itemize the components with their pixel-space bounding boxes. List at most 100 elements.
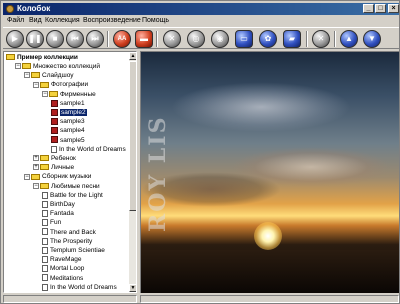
tree-item[interactable]: − Множество коллекций <box>15 62 100 71</box>
open-button[interactable]: ▬ <box>135 30 153 48</box>
menu-help[interactable]: Помощь <box>142 17 169 25</box>
toolbar: ▶ ❚❚ ■ ⏮ ⏭ AA ▬ ✕ ◎ ◉ ▭ ✿ ▰ ✕ ▲ ▼ <box>3 27 399 49</box>
expand-icon[interactable]: + <box>33 155 39 162</box>
expand-icon[interactable]: + <box>33 164 39 171</box>
tree-item-label: Слайдшоу <box>42 72 74 80</box>
tree-scrollbar[interactable]: ▲ ▼ <box>129 52 136 292</box>
minimize-button[interactable]: _ <box>363 4 374 13</box>
next-button[interactable]: ⏭ <box>86 30 104 48</box>
tree-item-label: There and Back <box>50 228 96 236</box>
up-button[interactable]: ▲ <box>340 30 358 48</box>
scroll-up-icon[interactable]: ▲ <box>129 52 136 60</box>
folder-icon <box>40 81 49 88</box>
tree-item[interactable]: Fantada <box>42 209 74 218</box>
play-button[interactable]: ▶ <box>6 30 24 48</box>
tree-item[interactable]: − Фотографии <box>33 80 88 89</box>
app-window: Колобок _ □ × Файл Вид Коллекция Воспрои… <box>0 0 400 304</box>
folder-icon <box>40 164 49 171</box>
tree-item-label: Множество коллекций <box>33 63 100 70</box>
menu-view[interactable]: Вид <box>29 17 42 25</box>
settings-button[interactable]: ✿ <box>259 30 277 48</box>
tree-item[interactable]: In the World of Dreams <box>51 145 126 154</box>
tree-item[interactable]: sample5 <box>51 136 85 145</box>
scrollbar-thumb[interactable] <box>129 61 136 211</box>
menu-file[interactable]: Файл <box>7 17 24 25</box>
tree-item-label: RaveMage <box>50 256 82 264</box>
image-file-icon <box>51 117 58 125</box>
rings-button[interactable]: ◎ <box>187 30 205 48</box>
cassette-button[interactable]: ▰ <box>283 30 301 48</box>
window-button[interactable]: ▭ <box>235 30 253 48</box>
stop-button[interactable]: ■ <box>46 30 64 48</box>
collapse-icon[interactable]: − <box>42 90 48 97</box>
download-button[interactable]: ▼ <box>363 30 381 48</box>
tree-item-label: Fun <box>50 219 62 227</box>
tree-item[interactable]: In the World of Dreams <box>42 283 117 292</box>
app-icon <box>6 5 14 13</box>
tree-root[interactable]: Пример коллекции <box>6 53 78 62</box>
collapse-icon[interactable]: − <box>33 81 39 88</box>
tree-item[interactable]: + Личные <box>33 163 74 172</box>
pause-icon: ❚❚ <box>28 34 42 43</box>
scroll-down-icon[interactable]: ▼ <box>129 284 136 292</box>
tree-item-label: sample4 <box>60 127 85 135</box>
music-file-icon <box>42 200 48 208</box>
title-bar[interactable]: Колобок _ □ × <box>3 3 399 15</box>
tree-item[interactable]: Fun <box>42 218 61 227</box>
tree-item[interactable]: sample2 <box>51 108 87 117</box>
tree-item[interactable]: − Сборник музыки <box>24 172 91 181</box>
tree-item[interactable]: Battle for the Light <box>42 191 103 200</box>
download-icon: ▼ <box>368 34 376 43</box>
tree-item[interactable]: The Prosperity <box>42 237 92 246</box>
tools-icon: ✕ <box>168 34 176 43</box>
previous-button[interactable]: ⏮ <box>66 30 84 48</box>
menu-playback[interactable]: Воспроизведение <box>83 17 141 25</box>
next-icon: ⏭ <box>91 34 99 43</box>
collapse-icon[interactable]: − <box>24 173 30 180</box>
tree-item[interactable]: Meditations <box>42 274 83 283</box>
tree-item[interactable]: RaveMage <box>42 255 81 264</box>
close-button[interactable]: ✕ <box>312 30 330 48</box>
close-window-button[interactable]: × <box>388 4 399 13</box>
tree-item-label: sample1 <box>60 99 85 107</box>
tools-button[interactable]: ✕ <box>163 30 181 48</box>
collapse-icon[interactable]: − <box>24 72 30 79</box>
music-file-icon <box>51 145 57 153</box>
image-file-icon <box>51 99 58 107</box>
image-viewer[interactable]: ROY LIS <box>140 51 399 293</box>
pause-button[interactable]: ❚❚ <box>26 30 44 48</box>
status-cell <box>140 295 399 303</box>
tree-item-label: Templum Scientiae <box>50 247 105 254</box>
toolbar-separator <box>107 31 109 47</box>
horizon-ground <box>141 250 399 293</box>
collection-tree[interactable]: Пример коллекции − Множество коллекций − Сл… <box>3 51 137 293</box>
stop-icon: ■ <box>52 34 58 43</box>
tree-item-label: Fantada <box>50 210 74 218</box>
up-icon: ▲ <box>345 34 353 43</box>
tree-item[interactable]: sample3 <box>51 117 85 126</box>
tree-item[interactable]: Mortal Loop <box>42 264 84 273</box>
collapse-icon[interactable]: − <box>33 182 39 189</box>
menu-collection[interactable]: Коллекция <box>45 17 80 25</box>
collapse-icon[interactable]: − <box>15 63 21 70</box>
tree-item[interactable]: sample1 <box>51 99 85 108</box>
tree-item[interactable]: + Ребенок <box>33 154 76 163</box>
prev-icon: ⏮ <box>71 34 79 43</box>
tree-item[interactable]: There and Back <box>42 228 96 237</box>
tree-item[interactable]: − Любимые песни <box>33 182 100 191</box>
status-bar <box>3 295 399 303</box>
tree-item[interactable]: − Фирменные <box>42 90 96 99</box>
tree-item[interactable]: − Слайдшоу <box>24 71 74 80</box>
music-file-icon <box>42 209 48 217</box>
font-button[interactable]: AA <box>113 30 131 48</box>
open-icon: ▬ <box>140 34 148 43</box>
folder-icon <box>40 182 49 189</box>
tree-item-label: Meditations <box>50 274 84 282</box>
maximize-button[interactable]: □ <box>375 4 386 13</box>
disc-button[interactable]: ◉ <box>211 30 229 48</box>
tree-item[interactable]: Templum Scientiae <box>42 246 105 255</box>
tree-item[interactable]: BirthDay <box>42 200 75 209</box>
status-cell <box>3 295 137 303</box>
window-title: Колобок <box>17 4 51 13</box>
tree-item[interactable]: sample4 <box>51 126 85 135</box>
